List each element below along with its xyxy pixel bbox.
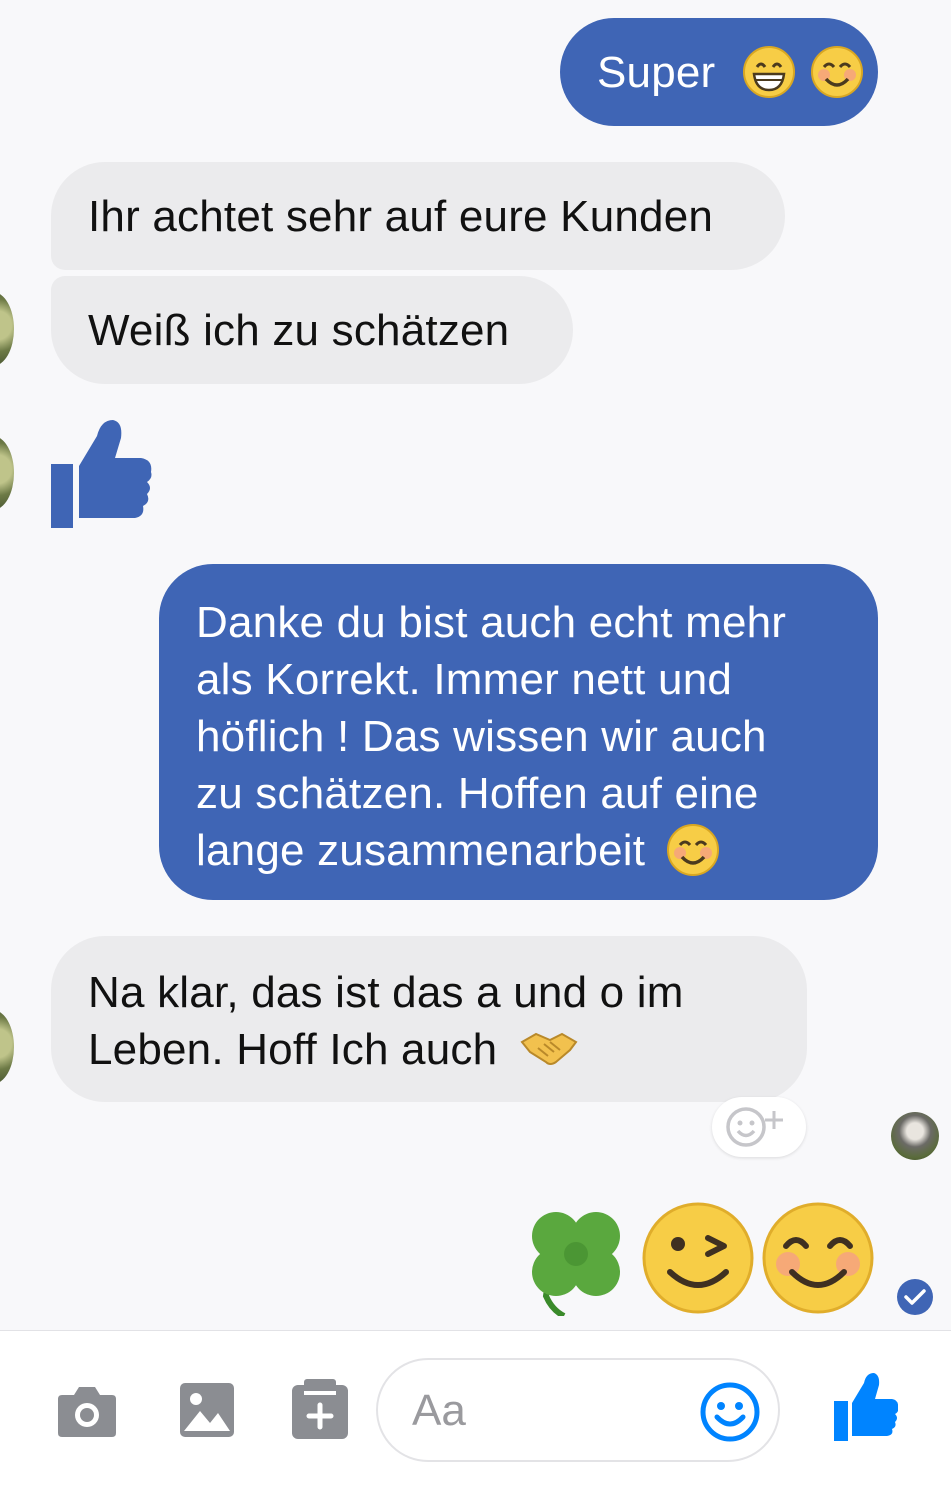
message-line: Danke du bist auch echt mehr [196,598,787,647]
message-line: Na klar, das ist das a und o im [88,968,684,1017]
message-input-placeholder: Aa [412,1386,466,1435]
like-icon[interactable] [834,1373,898,1441]
handshake-icon [520,1033,578,1066]
add-reaction-button[interactable] [712,1097,806,1157]
message-line: lange zusammenarbeit [196,826,646,875]
thumbs-up-icon[interactable] [51,418,153,528]
read-receipt-avatar [891,1112,939,1160]
message-line: als Korrekt. Immer nett und [196,655,733,704]
smiling-face-icon[interactable] [762,1202,874,1314]
camera-icon[interactable] [56,1381,118,1439]
message-bubble-outgoing[interactable]: Super [560,18,878,126]
add-attachment-icon[interactable] [290,1379,350,1441]
message-text: Weiß ich zu schätzen [88,306,510,355]
emoji-icon[interactable] [700,1382,760,1442]
delivered-check-icon [897,1279,933,1315]
message-text: Super [597,48,716,97]
message-bubble-outgoing[interactable]: Danke du bist auch echt mehr als Korrekt… [159,564,878,900]
message-input[interactable]: Aa [376,1358,780,1462]
image-icon[interactable] [178,1381,236,1439]
four-leaf-clover-icon[interactable] [520,1200,632,1316]
add-reaction-icon [726,1107,783,1147]
smiling-face-icon [666,824,719,877]
message-text: Ihr achtet sehr auf eure Kunden [88,192,714,241]
message-bubble-incoming[interactable]: Ihr achtet sehr auf eure Kunden [51,162,785,270]
sender-avatar[interactable] [0,292,14,366]
winking-face-icon[interactable] [642,1202,754,1314]
message-bubble-incoming[interactable]: Na klar, das ist das a und o im Leben. H… [51,936,807,1102]
smiling-face-icon [811,46,864,99]
sender-avatar[interactable] [0,1010,14,1084]
message-line: höflich ! Das wissen wir auch [196,712,767,761]
sender-avatar[interactable] [0,436,14,510]
message-line: zu schätzen. Hoffen auf eine [196,769,759,818]
message-composer: Aa [0,1330,951,1489]
message-bubble-incoming[interactable]: Weiß ich zu schätzen [51,276,573,384]
message-line: Leben. Hoff Ich auch [88,1025,498,1074]
grinning-face-icon [742,46,795,99]
